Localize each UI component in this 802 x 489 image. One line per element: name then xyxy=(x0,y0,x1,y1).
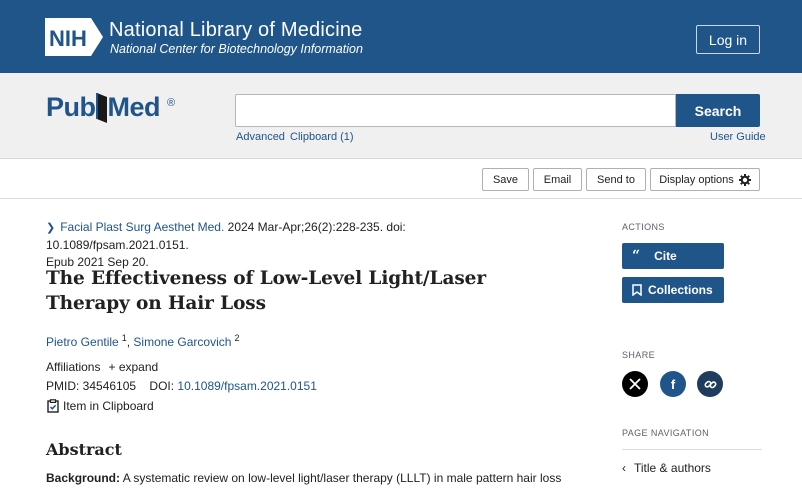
author-list: Pietro Gentile 1, Simone Garcovich 2 xyxy=(46,333,239,349)
share-heading: SHARE xyxy=(622,350,656,360)
bookmark-icon xyxy=(632,284,642,296)
nih-logo[interactable]: NIH xyxy=(45,18,103,56)
nih-badge-icon: NIH xyxy=(45,18,103,56)
advanced-search-link[interactable]: Advanced xyxy=(236,131,285,143)
affiliations-row: Affiliations + expand xyxy=(46,360,158,374)
pmid: PMID: 34546105 xyxy=(46,379,137,393)
clipboard-status-label: Item in Clipboard xyxy=(63,399,154,413)
article-title: The Effectiveness of Low-Level Light/Las… xyxy=(46,268,486,314)
pubmed-logo-med: Med xyxy=(107,92,161,122)
chevron-left-icon: ‹ xyxy=(622,461,626,475)
share-x-button[interactable] xyxy=(622,371,648,397)
author-link[interactable]: Pietro Gentile xyxy=(46,335,119,349)
abstract-background: Background: A systematic review on low-l… xyxy=(46,471,561,485)
doi-label: DOI: xyxy=(149,379,175,393)
link-icon xyxy=(703,380,717,388)
actions-heading: ACTIONS xyxy=(622,222,665,232)
nav-title-authors[interactable]: ‹ Title & authors xyxy=(622,461,711,475)
org-title[interactable]: National Library of Medicine xyxy=(109,19,363,42)
save-button[interactable]: Save xyxy=(482,168,529,191)
clipboard-link[interactable]: Clipboard (1) xyxy=(290,131,354,143)
clipboard-check-icon xyxy=(47,399,59,413)
background-text: A systematic review on low-level light/l… xyxy=(120,471,562,485)
author-separator: , xyxy=(126,335,131,349)
email-button[interactable]: Email xyxy=(533,168,582,191)
doi-link[interactable]: 10.1089/fpsam.2021.0151 xyxy=(177,379,316,393)
login-button[interactable]: Log in xyxy=(696,25,760,54)
cite-label: Cite xyxy=(654,249,677,263)
share-facebook-button[interactable]: f xyxy=(660,371,686,397)
nav-title-authors-label: Title & authors xyxy=(634,461,711,475)
pubmed-logo-pub: Pub xyxy=(46,92,96,122)
page-navigation-heading: PAGE NAVIGATION xyxy=(622,428,710,438)
registered-mark: ® xyxy=(167,97,176,109)
display-options-label: Display options xyxy=(659,173,734,186)
nih-badge-text: NIH xyxy=(49,26,87,51)
clipboard-status[interactable]: Item in Clipboard xyxy=(46,399,154,413)
journal-link[interactable]: Facial Plast Surg Aesthet Med. xyxy=(60,220,224,234)
nav-divider xyxy=(622,449,762,450)
quote-icon: “ xyxy=(632,248,641,264)
background-label: Background: xyxy=(46,471,121,485)
send-to-button[interactable]: Send to xyxy=(586,168,646,191)
author-link[interactable]: Simone Garcovich xyxy=(133,335,231,349)
affiliations-label: Affiliations xyxy=(46,360,101,374)
pubmed-book-icon xyxy=(96,93,107,123)
abstract-heading: Abstract xyxy=(46,440,122,459)
collections-label: Collections xyxy=(648,283,713,297)
share-link-button[interactable] xyxy=(697,371,723,397)
display-options-button[interactable]: Display options xyxy=(650,168,760,191)
gear-icon xyxy=(738,173,751,186)
cite-button[interactable]: “ Cite xyxy=(622,243,724,269)
facebook-icon: f xyxy=(670,376,676,392)
affiliation-number[interactable]: 2 xyxy=(234,333,239,343)
journal-citation: ❯ Facial Plast Surg Aesthet Med. 2024 Mar… xyxy=(46,219,546,271)
user-guide-link[interactable]: User Guide xyxy=(710,131,766,143)
x-logo-icon xyxy=(629,378,641,390)
search-button[interactable]: Search xyxy=(676,94,760,127)
collections-button[interactable]: Collections xyxy=(622,277,724,303)
identifiers-row: PMID: 34546105 DOI: 10.1089/fpsam.2021.0… xyxy=(46,379,317,393)
chevron-right-icon: ❯ xyxy=(46,222,56,234)
expand-affiliations-toggle[interactable]: + expand xyxy=(108,360,158,374)
search-input[interactable] xyxy=(235,94,676,127)
org-subtitle[interactable]: National Center for Biotechnology Inform… xyxy=(110,42,363,56)
